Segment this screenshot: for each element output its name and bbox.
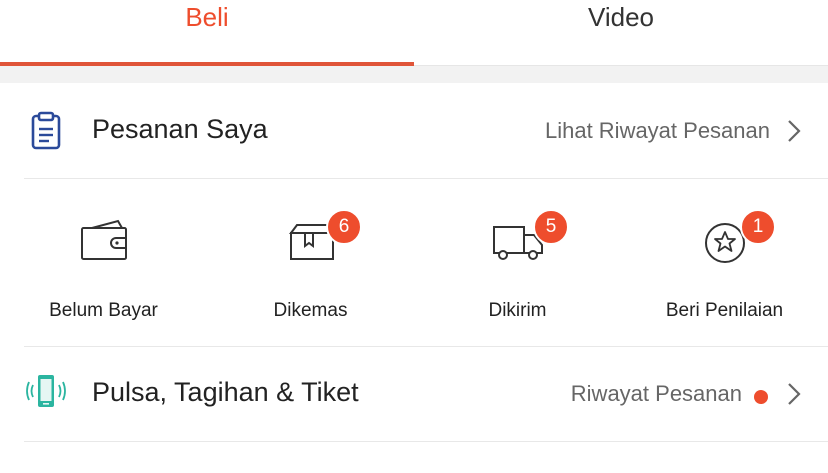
pulsa-title: Pulsa, Tagihan & Tiket (92, 377, 359, 407)
order-status-grid: Belum Bayar 6 Dikemas 5 Dikirim 1 Beri P… (0, 179, 828, 347)
count-badge: 1 (740, 209, 776, 245)
divider (24, 441, 828, 442)
status-dikemas[interactable]: 6 Dikemas (207, 179, 414, 347)
status-belum-bayar[interactable]: Belum Bayar (0, 179, 207, 347)
status-label: Belum Bayar (49, 300, 158, 321)
clipboard-icon (31, 111, 61, 150)
order-history-link[interactable]: Riwayat Pesanan (571, 381, 742, 407)
tab-beli[interactable]: Beli (0, 0, 414, 66)
my-orders-title: Pesanan Saya (92, 114, 268, 144)
status-label: Dikirim (488, 300, 547, 321)
top-tab-bar: Beli Video (0, 0, 828, 66)
status-label: Beri Penilaian (665, 300, 784, 321)
chevron-right-icon (788, 383, 801, 405)
status-beri-penilaian[interactable]: 1 Beri Penilaian (621, 179, 828, 347)
wallet-icon (81, 219, 127, 260)
status-label: Dikemas (273, 300, 348, 321)
mobile-phone-icon (26, 375, 66, 407)
chevron-right-icon (788, 120, 801, 142)
pulsa-tagihan-tiket-row[interactable]: Pulsa, Tagihan & Tiket Riwayat Pesanan (0, 347, 828, 441)
tab-video[interactable]: Video (414, 0, 828, 66)
section-gap (0, 66, 828, 83)
count-badge: 6 (326, 209, 362, 245)
notification-dot (754, 390, 768, 404)
view-order-history-link[interactable]: Lihat Riwayat Pesanan (545, 118, 770, 144)
count-badge: 5 (533, 209, 569, 245)
orders-card: Pesanan Saya Lihat Riwayat Pesanan Belum… (0, 83, 828, 473)
tab-beli-label: Beli (185, 2, 229, 32)
status-dikirim[interactable]: 5 Dikirim (414, 179, 621, 347)
my-orders-row[interactable]: Pesanan Saya Lihat Riwayat Pesanan (0, 83, 828, 175)
tab-video-label: Video (587, 2, 655, 32)
